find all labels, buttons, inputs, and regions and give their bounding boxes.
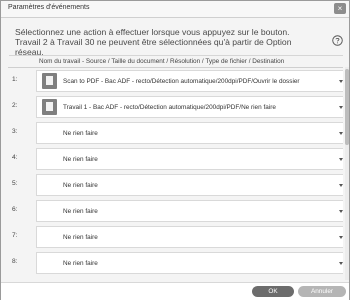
instructions-line-2: Travail 2 à Travail 30 ne peuvent être s… — [15, 37, 292, 57]
list-scrollbar[interactable] — [345, 67, 349, 280]
chevron-down-icon — [339, 262, 343, 265]
title-bar: Paramètres d'événements × — [1, 1, 349, 18]
close-button[interactable]: × — [334, 3, 346, 14]
column-header: Nom du travail - Source / Taille du docu… — [39, 58, 285, 65]
job-select-label: Scan to PDF - Bac ADF - recto/Détection … — [63, 78, 300, 85]
row-number: 1: — [12, 76, 18, 83]
job-select-label: Ne rien faire — [63, 156, 98, 163]
question-circle-icon[interactable] — [332, 35, 343, 46]
job-row-8: 8: Ne rien faire — [8, 250, 343, 276]
instructions-line-1: Sélectionnez une action à effectuer lors… — [15, 27, 290, 37]
job-row-7: 7: Ne rien faire — [8, 224, 343, 250]
cancel-button[interactable]: Annuler — [298, 286, 346, 297]
job-list: 1: Scan to PDF - Bac ADF - recto/Détecti… — [8, 67, 343, 281]
job-row-1: 1: Scan to PDF - Bac ADF - recto/Détecti… — [8, 68, 343, 94]
job-select-label: Ne rien faire — [63, 130, 98, 137]
job-select-5[interactable]: Ne rien faire — [36, 174, 343, 196]
job-select-2[interactable]: Travail 1 - Bac ADF - recto/Détection au… — [36, 96, 343, 118]
chevron-down-icon — [339, 184, 343, 187]
job-select-1[interactable]: Scan to PDF - Bac ADF - recto/Détection … — [36, 70, 343, 92]
job-select-3[interactable]: Ne rien faire — [36, 122, 343, 144]
chevron-down-icon — [339, 132, 343, 135]
row-number: 8: — [12, 258, 18, 265]
chevron-down-icon — [339, 106, 343, 109]
job-select-6[interactable]: Ne rien faire — [36, 200, 343, 222]
row-number: 5: — [12, 180, 18, 187]
job-select-label: Ne rien faire — [63, 260, 98, 267]
row-number: 6: — [12, 206, 18, 213]
job-select-7[interactable]: Ne rien faire — [36, 226, 343, 248]
job-select-label: Ne rien faire — [63, 234, 98, 241]
job-select-label: Travail 1 - Bac ADF - recto/Détection au… — [63, 104, 276, 111]
dialog-footer: OK Annuler — [1, 282, 349, 301]
job-row-2: 2: Travail 1 - Bac ADF - recto/Détection… — [8, 94, 343, 120]
header-divider — [9, 55, 343, 56]
scan-document-icon — [42, 73, 57, 89]
job-row-6: 6: Ne rien faire — [8, 198, 343, 224]
job-select-4[interactable]: Ne rien faire — [36, 148, 343, 170]
event-settings-dialog: Paramètres d'événements × Sélectionnez u… — [0, 0, 350, 301]
chevron-down-icon — [339, 80, 343, 83]
ok-button[interactable]: OK — [252, 286, 294, 297]
job-select-8[interactable]: Ne rien faire — [36, 252, 343, 274]
job-select-label: Ne rien faire — [63, 208, 98, 215]
row-number: 4: — [12, 154, 18, 161]
scan-document-icon — [42, 99, 57, 115]
chevron-down-icon — [339, 158, 343, 161]
job-select-label: Ne rien faire — [63, 182, 98, 189]
row-number: 3: — [12, 128, 18, 135]
row-number: 7: — [12, 232, 18, 239]
job-row-4: 4: Ne rien faire — [8, 146, 343, 172]
window-title: Paramètres d'événements — [8, 4, 90, 11]
chevron-down-icon — [339, 236, 343, 239]
row-number: 2: — [12, 102, 18, 109]
job-row-3: 3: Ne rien faire — [8, 120, 343, 146]
scrollbar-thumb[interactable] — [345, 69, 349, 145]
job-row-5: 5: Ne rien faire — [8, 172, 343, 198]
chevron-down-icon — [339, 210, 343, 213]
instructions-text: Sélectionnez une action à effectuer lors… — [15, 27, 315, 57]
